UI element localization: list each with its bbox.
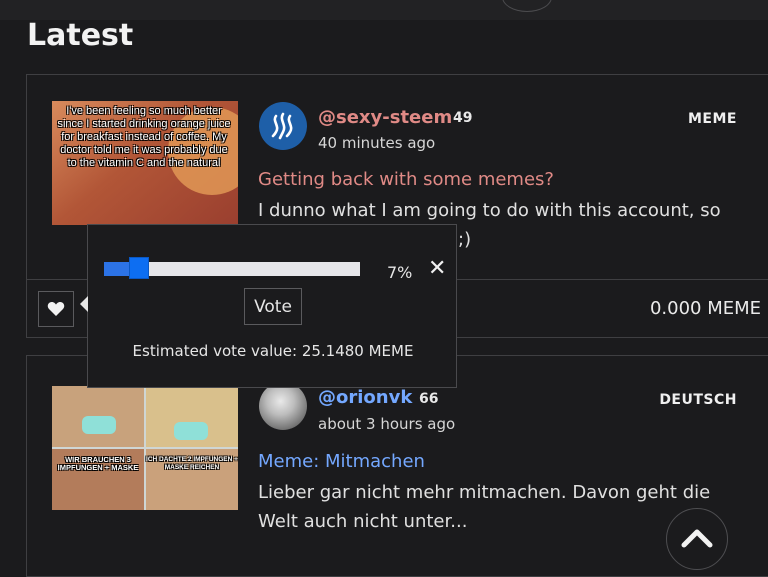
vote-button[interactable]: Vote xyxy=(244,288,302,325)
thumbnail-caption: WIR BRAUCHEN 3 IMPFUNGEN + MASKE xyxy=(57,455,139,472)
vote-popup: 7% ✕ Vote Estimated vote value: 25.1480 … xyxy=(80,224,457,388)
steem-logo-icon xyxy=(271,112,293,140)
post-tag[interactable]: MEME xyxy=(688,111,737,127)
post-title-link[interactable]: Meme: Mitmachen xyxy=(258,451,425,472)
post-payout[interactable]: 0.000 MEME xyxy=(650,298,761,319)
page-title: Latest xyxy=(27,18,134,53)
chevron-up-icon xyxy=(681,529,713,548)
like-button[interactable] xyxy=(38,291,74,327)
post-time: about 3 hours ago xyxy=(318,415,456,433)
mask-image xyxy=(174,422,208,440)
heart-icon xyxy=(47,302,65,316)
top-bar xyxy=(0,0,768,20)
scroll-to-top-button[interactable] xyxy=(666,508,728,570)
avatar[interactable] xyxy=(259,102,307,150)
thumbnail-text: I've been feeling so much better since I… xyxy=(57,105,231,169)
post-excerpt-text: I dunno what I am going to do with this … xyxy=(258,200,721,221)
post-title-link[interactable]: Getting back with some memes? xyxy=(258,169,554,190)
close-icon[interactable]: ✕ xyxy=(428,258,446,280)
post-thumbnail[interactable]: I've been feeling so much better since I… xyxy=(52,101,238,225)
post-thumbnail[interactable]: WIR BRAUCHEN 3 IMPFUNGEN + MASKE ICH DAC… xyxy=(52,386,238,510)
post-author-link[interactable]: @sexy-steem xyxy=(318,107,452,128)
author-reputation: 66 xyxy=(419,391,439,407)
slider-thumb[interactable] xyxy=(129,257,149,279)
vote-percent: 7% xyxy=(387,263,413,282)
post-author-link[interactable]: @orionvk xyxy=(318,387,412,408)
post-time: 40 minutes ago xyxy=(318,134,436,152)
header-menu-button[interactable] xyxy=(502,0,552,12)
vote-weight-slider[interactable] xyxy=(103,257,361,279)
post-tag[interactable]: DEUTSCH xyxy=(659,392,737,408)
estimated-vote-value: Estimated vote value: 25.1480 MEME xyxy=(132,342,414,360)
post-card: WIR BRAUCHEN 3 IMPFUNGEN + MASKE ICH DAC… xyxy=(26,355,768,577)
post-excerpt: Lieber gar nicht mehr mitmachen. Davon g… xyxy=(258,482,711,532)
slider-fill xyxy=(104,262,129,276)
thumbnail-caption: ICH DACHTE 2 IMPFUNGEN + MASKE REICHEN xyxy=(146,456,238,471)
author-reputation: 49 xyxy=(453,110,473,126)
mask-image xyxy=(82,416,116,434)
popup-arrow xyxy=(80,296,88,312)
avatar[interactable] xyxy=(259,382,307,430)
